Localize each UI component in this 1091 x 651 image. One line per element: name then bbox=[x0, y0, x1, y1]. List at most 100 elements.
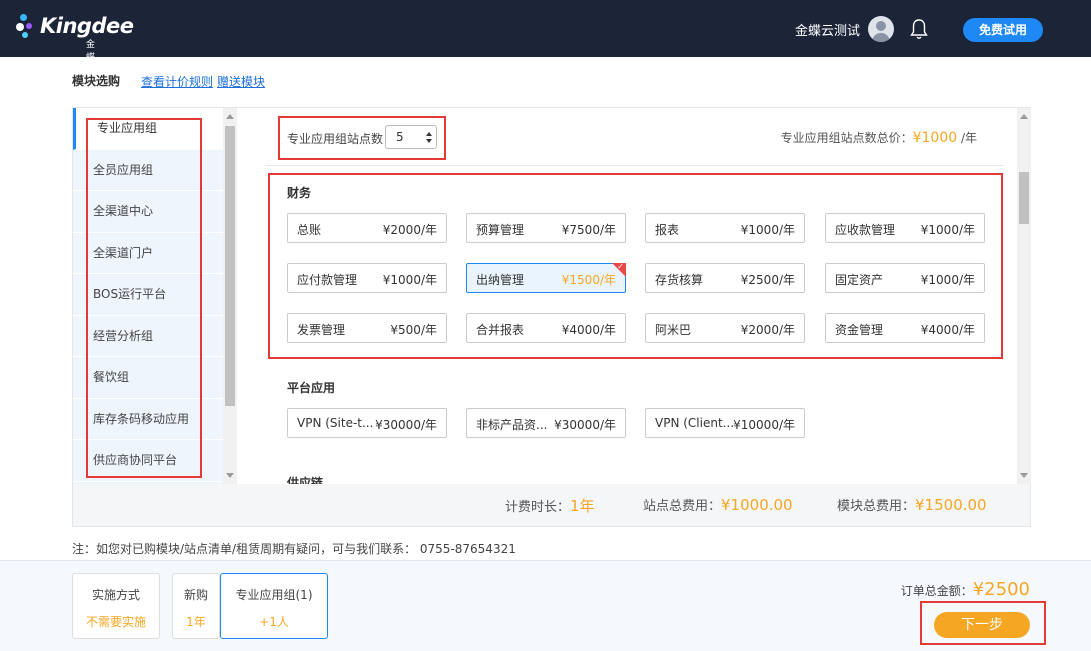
module-name: 存货核算 bbox=[655, 273, 704, 287]
module-name: VPN (Client... bbox=[655, 416, 735, 430]
module-name: 资金管理 bbox=[835, 323, 884, 337]
module-price: ¥2000/年 bbox=[740, 323, 795, 337]
scrollbar-thumb[interactable] bbox=[1019, 172, 1029, 224]
module-card-fixed-assets[interactable]: 固定资产 ¥1000/年 bbox=[825, 263, 985, 293]
module-card-inventory-costing[interactable]: 存货核算 ¥2500/年 bbox=[645, 263, 805, 293]
module-name: 出纳管理 bbox=[476, 273, 525, 287]
module-name: 固定资产 bbox=[835, 273, 884, 287]
module-card-vpn-client[interactable]: VPN (Client... ¥10000/年 bbox=[645, 408, 805, 438]
module-card-cashier[interactable]: 出纳管理 ¥1500/年 ✓ bbox=[466, 262, 626, 293]
site-count-label: 专业应用组站点数 bbox=[287, 132, 384, 146]
free-trial-button[interactable]: 免费试用 bbox=[963, 18, 1043, 42]
section-title-supply-chain: 供应链 bbox=[287, 476, 324, 484]
spinner-arrows-icon[interactable] bbox=[425, 131, 433, 144]
divider bbox=[265, 165, 1004, 166]
module-card-budget[interactable]: 预算管理 ¥7500/年 bbox=[466, 213, 626, 243]
sidebar-item-omnichannel-center[interactable]: 全渠道中心 bbox=[73, 191, 223, 233]
module-price: ¥7500/年 bbox=[561, 223, 616, 237]
new-purchase-value: 1年 bbox=[186, 615, 206, 629]
site-total-unit: /年 bbox=[957, 131, 977, 145]
module-price: ¥500/年 bbox=[390, 323, 437, 337]
scrollbar-thumb[interactable] bbox=[225, 126, 235, 406]
new-purchase-box[interactable]: 新购 1年 bbox=[172, 573, 220, 639]
scroll-down-icon[interactable] bbox=[226, 473, 234, 478]
billing-duration: 计费时长：1年 bbox=[505, 495, 595, 516]
module-card-fund-management[interactable]: 资金管理 ¥4000/年 bbox=[825, 313, 985, 343]
order-total-label: 订单总金额： bbox=[900, 584, 973, 598]
order-summary-bar: 实施方式 不需要实施 新购 1年 专业应用组(1) +1人 订单总金额：¥250… bbox=[0, 560, 1091, 651]
module-price: ¥1500/年 bbox=[561, 273, 616, 287]
module-card-reports[interactable]: 报表 ¥1000/年 bbox=[645, 213, 805, 243]
pricing-rules-link[interactable]: 查看计价规则 bbox=[141, 73, 213, 90]
selected-group-value: +1人 bbox=[259, 615, 289, 629]
module-fee-label: 模块总费用： bbox=[837, 499, 916, 514]
module-name: 阿米巴 bbox=[655, 323, 692, 337]
module-card-payables[interactable]: 应付款管理 ¥1000/年 bbox=[287, 263, 447, 293]
module-price: ¥4000/年 bbox=[920, 323, 975, 337]
sidebar-item-all-staff-group[interactable]: 全员应用组 bbox=[73, 150, 223, 191]
logo-text: Kingdee bbox=[40, 14, 134, 38]
checkmark-icon: ✓ bbox=[617, 262, 624, 271]
module-price: ¥2000/年 bbox=[382, 223, 437, 237]
module-price: ¥4000/年 bbox=[561, 323, 616, 337]
site-count-stepper[interactable]: 5 bbox=[385, 125, 437, 149]
next-step-button[interactable]: 下一步 bbox=[934, 612, 1030, 638]
content-scrollbar[interactable] bbox=[1017, 108, 1031, 484]
sidebar-item-catering-group[interactable]: 餐饮组 bbox=[73, 357, 223, 399]
page-title: 模块选购 bbox=[72, 74, 121, 88]
scroll-down-icon[interactable] bbox=[1020, 473, 1028, 478]
module-price: ¥1000/年 bbox=[920, 223, 975, 237]
module-price: ¥30000/年 bbox=[375, 418, 437, 432]
user-name[interactable]: 金蝶云测试 bbox=[795, 20, 860, 39]
section-title-platform: 平台应用 bbox=[287, 381, 336, 395]
module-card-general-ledger[interactable]: 总账 ¥2000/年 bbox=[287, 213, 447, 243]
logo-subtext: 金蝶云 bbox=[86, 40, 96, 76]
fee-summary-bar: 计费时长：1年 站点总费用：¥1000.00 模块总费用：¥1500.00 bbox=[73, 484, 1030, 526]
module-panel: 专业应用组 全员应用组 全渠道中心 全渠道门户 BOS运行平台 经营分析组 餐饮… bbox=[72, 107, 1031, 527]
site-fee-label: 站点总费用： bbox=[643, 499, 722, 514]
module-card-invoice[interactable]: 发票管理 ¥500/年 bbox=[287, 313, 447, 343]
module-price: ¥2500/年 bbox=[740, 273, 795, 287]
module-card-consolidated-reports[interactable]: 合并报表 ¥4000/年 bbox=[466, 313, 626, 343]
module-name: 预算管理 bbox=[476, 223, 525, 237]
avatar-icon[interactable] bbox=[868, 16, 894, 42]
site-total-label: 专业应用组站点数总价： bbox=[780, 131, 913, 145]
sidebar-scrollbar[interactable] bbox=[223, 108, 237, 484]
selected-group-box[interactable]: 专业应用组(1) +1人 bbox=[220, 573, 328, 639]
bell-icon[interactable] bbox=[910, 18, 928, 40]
sidebar-item-supplier-platform[interactable]: 供应商协同平台 bbox=[73, 440, 223, 482]
scroll-up-icon[interactable] bbox=[226, 114, 234, 119]
site-count-value[interactable]: 5 bbox=[396, 130, 404, 144]
order-total: 订单总金额：¥2500 bbox=[901, 579, 1030, 600]
module-name: 总账 bbox=[297, 223, 322, 237]
order-total-value: ¥2500 bbox=[972, 579, 1030, 600]
implementation-box[interactable]: 实施方式 不需要实施 bbox=[72, 573, 160, 639]
module-card-amoeba[interactable]: 阿米巴 ¥2000/年 bbox=[645, 313, 805, 343]
module-card-vpn-site[interactable]: VPN (Site-t... ¥30000/年 bbox=[287, 408, 447, 438]
module-group-sidebar: 专业应用组 全员应用组 全渠道中心 全渠道门户 BOS运行平台 经营分析组 餐饮… bbox=[73, 108, 223, 484]
top-header: Kingdee 金蝶云 金蝶云测试 免费试用 bbox=[0, 0, 1091, 76]
site-fee-value: ¥1000.00 bbox=[721, 496, 793, 514]
module-name: 应付款管理 bbox=[297, 273, 358, 287]
sidebar-item-analysis-group[interactable]: 经营分析组 bbox=[73, 316, 223, 357]
sidebar-item-omnichannel-portal[interactable]: 全渠道门户 bbox=[73, 233, 223, 274]
section-title-finance: 财务 bbox=[287, 186, 312, 200]
module-price: ¥10000/年 bbox=[733, 418, 795, 432]
site-fee-total: 站点总费用：¥1000.00 bbox=[643, 495, 793, 514]
contact-note: 注：如您对已购模块/站点清单/租赁周期有疑问，可与我们联系： 0755-8765… bbox=[72, 542, 516, 556]
sidebar-item-bos-platform[interactable]: BOS运行平台 bbox=[73, 274, 223, 316]
gift-modules-link[interactable]: 赠送模块 bbox=[217, 73, 265, 90]
new-purchase-title: 新购 bbox=[183, 588, 208, 602]
module-card-nonstandard-product[interactable]: 非标产品资... ¥30000/年 bbox=[466, 408, 626, 438]
sidebar-item-inventory-barcode[interactable]: 库存条码移动应用 bbox=[73, 399, 223, 440]
module-price: ¥30000/年 bbox=[554, 418, 616, 432]
logo-dots-icon bbox=[16, 14, 42, 44]
module-fee-value: ¥1500.00 bbox=[915, 496, 987, 514]
sidebar-item-professional-group[interactable]: 专业应用组 bbox=[73, 108, 223, 150]
implementation-value: 不需要实施 bbox=[85, 615, 146, 629]
module-content: 专业应用组站点数 5 专业应用组站点数总价：¥1000 /年 财务 总账 ¥20… bbox=[237, 108, 1017, 484]
module-price: ¥1000/年 bbox=[382, 273, 437, 287]
module-card-receivables[interactable]: 应收款管理 ¥1000/年 bbox=[825, 213, 985, 243]
billing-duration-value: 1年 bbox=[570, 497, 595, 515]
scroll-up-icon[interactable] bbox=[1020, 114, 1028, 119]
